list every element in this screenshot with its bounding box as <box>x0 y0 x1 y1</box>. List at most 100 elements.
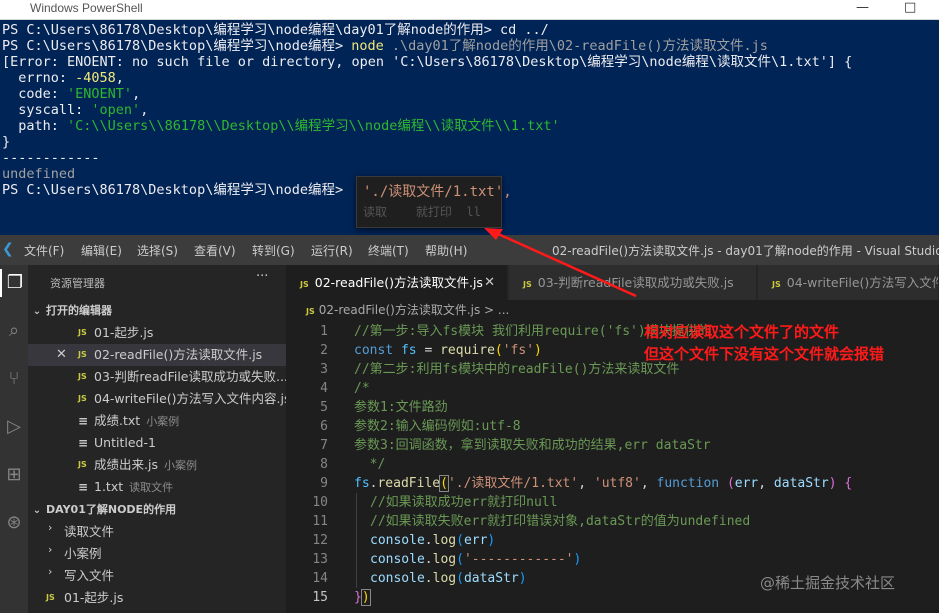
indent-guide <box>356 493 357 588</box>
annotation-line-2: 但这个文件下没有这个文件就会报错 <box>644 345 885 363</box>
code-line: console.log('------------') <box>370 552 582 567</box>
explorer-sidebar: 资源管理器 ··· ⌄ 打开的编辑器 JS 01-起步.js ✕ JS 02-readF… <box>28 265 286 613</box>
js-file-icon: JS <box>523 280 532 289</box>
js-file-icon: JS <box>78 460 87 469</box>
breadcrumb[interactable]: JS 02-readFile()方法读取文件.js > ... <box>286 300 939 320</box>
js-file-icon: JS <box>300 280 309 289</box>
line-number: 7 <box>320 438 328 453</box>
menu-file[interactable]: 文件(F) <box>24 242 64 259</box>
close-icon[interactable]: ✕ <box>56 344 67 366</box>
activity-bar: ❐ ⌕ ⑂ ▷ ⊞ ⊛ <box>0 265 28 613</box>
code-line: const fs = require('fs') <box>354 343 542 358</box>
search-icon[interactable]: ⌕ <box>0 317 28 345</box>
remote-icon[interactable]: ⊛ <box>0 509 28 537</box>
open-editors-header[interactable]: ⌄ 打开的编辑器 <box>28 301 286 321</box>
line-number: 3 <box>320 362 328 377</box>
error-line: [Error: ENOENT: no such file or director… <box>2 54 853 70</box>
more-actions-icon[interactable]: ··· <box>256 269 268 284</box>
annotation-line-1: 相对应读取这个文件了的文件 <box>644 323 840 341</box>
folder-item[interactable]: › 小案例 <box>28 543 286 565</box>
error-syscall: syscall: 'open', <box>2 102 149 118</box>
vscode-window: ❮ 文件(F) 编辑(E) 选择(S) 查看(V) 转到(G) 运行(R) 终端… <box>0 235 939 613</box>
file-item[interactable]: JS 01-起步.js <box>28 587 286 609</box>
code-line: 参数2:输入编码例如:utf-8 <box>354 419 521 434</box>
open-editor-item[interactable]: ≡ Untitled-1 <box>28 432 286 454</box>
hint-text: './读取文件/1.txt', <box>363 184 512 200</box>
open-editor-item[interactable]: ≡ 1.txt 读取文件 <box>28 476 286 498</box>
error-errno: errno: -4058, <box>2 70 124 86</box>
chevron-right-icon: › <box>48 543 53 556</box>
js-file-icon: JS <box>78 350 87 359</box>
line-number: 1 <box>320 324 328 339</box>
menu-terminal[interactable]: 终端(T) <box>368 242 409 259</box>
code-line: //第二步:利用fs模块中的readFile()方法来读取文件 <box>354 362 680 377</box>
js-file-icon: JS <box>306 307 315 316</box>
open-editor-item[interactable]: JS 04-writeFile()方法写入文件内容.js <box>28 388 286 410</box>
line-number: 13 <box>312 552 328 567</box>
line-number: 4 <box>320 381 328 396</box>
chevron-right-icon: › <box>48 521 53 534</box>
open-editor-item[interactable]: ≡ 成绩.txt 小案例 <box>28 410 286 432</box>
menu-goto[interactable]: 转到(G) <box>252 242 295 259</box>
code-line: /* <box>354 381 370 396</box>
open-editor-item[interactable]: JS 成绩出来.js 小案例 <box>28 454 286 476</box>
workspace-header[interactable]: ⌄ DAY01了解NODE的作用 <box>28 500 286 520</box>
tab-writefile[interactable]: JS 04-writeFile()方法写入文件 <box>758 265 939 300</box>
minimize-icon[interactable]: — <box>856 0 869 16</box>
close-icon[interactable]: ✕ <box>484 265 495 300</box>
code-line: 参数3:回调函数，拿到读取失败和成功的结果,err dataStr <box>354 438 711 453</box>
open-editor-item[interactable]: JS 03-判断readFile读取成功或失败... <box>28 366 286 388</box>
chevron-down-icon: ⌄ <box>32 306 42 317</box>
line-number: 11 <box>312 514 328 529</box>
prompt-prefix: PS C:\Users\86178\Desktop\编程学习\node编程> <box>2 38 352 54</box>
run-debug-icon[interactable]: ▷ <box>0 413 28 441</box>
prompt-line: PS C:\Users\86178\Desktop\编程学习\node编程> <box>2 182 344 198</box>
watermark: @稀土掘金技术社区 <box>760 574 896 592</box>
chevron-down-icon: ⌄ <box>32 505 42 516</box>
folder-item[interactable]: › 读取文件 <box>28 521 286 543</box>
code-line: */ <box>354 457 386 472</box>
source-control-icon[interactable]: ⑂ <box>0 365 28 393</box>
extensions-icon[interactable]: ⊞ <box>0 461 28 489</box>
explorer-title: 资源管理器 <box>50 277 105 290</box>
line-number: 15 <box>312 590 328 605</box>
menu-edit[interactable]: 编辑(E) <box>81 242 122 259</box>
open-editor-item[interactable]: JS 01-起步.js <box>28 322 286 344</box>
annotation-text: 相对应读取这个文件了的文件 但这个文件下没有这个文件就会报错 <box>644 321 884 365</box>
open-editor-item[interactable]: ✕ JS 02-readFile()方法读取文件.js <box>28 344 286 366</box>
js-file-icon: JS <box>46 593 55 602</box>
menu-run[interactable]: 运行(R) <box>311 242 353 259</box>
line-number: 8 <box>320 457 328 472</box>
tab-judge-readfile[interactable]: JS 03-判断readFile读取成功或失败.js <box>509 265 757 300</box>
js-file-icon: JS <box>78 328 87 337</box>
powershell-title: Windows PowerShell <box>30 1 143 15</box>
chevron-right-icon: › <box>48 565 53 578</box>
folder-item[interactable]: › 写入文件 <box>28 565 286 587</box>
text-file-icon: ≡ <box>78 436 89 450</box>
explorer-icon[interactable]: ❐ <box>0 269 28 297</box>
hint-faded-text: 读取 就打印 ll <box>363 205 481 219</box>
code-line: console.log(err) <box>370 533 496 548</box>
menu-view[interactable]: 查看(V) <box>194 242 236 259</box>
tab-readfile[interactable]: JS 02-readFile()方法读取文件.js ✕ <box>286 265 508 300</box>
powershell-console[interactable]: PS C:\Users\86178\Desktop\编程学习\node编程\da… <box>0 20 939 235</box>
code-line: }) <box>354 589 371 606</box>
menu-help[interactable]: 帮助(H) <box>425 242 467 259</box>
js-file-icon: JS <box>78 372 87 381</box>
vscode-logo-icon: ❮ <box>2 241 14 257</box>
close-brace: } <box>2 134 11 150</box>
error-code: code: 'ENOENT', <box>2 86 141 102</box>
line-number: 5 <box>320 400 328 415</box>
powershell-titlebar: Windows PowerShell — □ <box>0 0 939 20</box>
js-file-icon: JS <box>772 280 781 289</box>
line-number: 2 <box>320 343 328 358</box>
window-title: 02-readFile()方法读取文件.js - day01了解node的作用 … <box>552 244 939 258</box>
code-line: //如果读取失败err就打印错误对象,dataStr的值为undefined <box>370 514 751 529</box>
console-line: PS C:\Users\86178\Desktop\编程学习\node编程> n… <box>2 38 768 54</box>
maximize-icon[interactable]: □ <box>904 0 916 16</box>
vscode-titlebar: ❮ 文件(F) 编辑(E) 选择(S) 查看(V) 转到(G) 运行(R) 终端… <box>0 235 939 265</box>
code-line: 参数1:文件路劲 <box>354 400 448 415</box>
line-number: 6 <box>320 419 328 434</box>
console-line: PS C:\Users\86178\Desktop\编程学习\node编程\da… <box>2 22 549 38</box>
menu-selection[interactable]: 选择(S) <box>137 242 178 259</box>
